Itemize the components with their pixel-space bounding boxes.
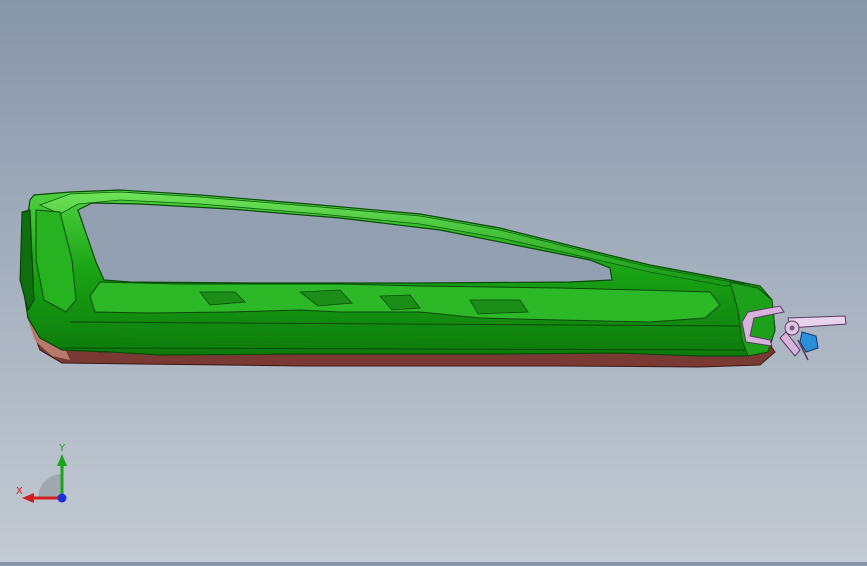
clamp-pivot-hole	[789, 325, 795, 331]
clamp-arm	[779, 331, 801, 357]
y-axis-label: Y	[59, 443, 66, 454]
x-axis-label: X	[16, 486, 23, 497]
z-axis-origin	[57, 493, 67, 503]
graphics-viewport[interactable]: X Y	[0, 0, 867, 562]
rail-notch	[469, 299, 529, 315]
model-view[interactable]	[0, 0, 867, 562]
x-axis-arrowhead	[22, 493, 34, 503]
coordinate-triad: X Y	[14, 440, 74, 510]
triad-plane	[38, 474, 62, 498]
y-axis-arrowhead	[57, 454, 67, 466]
